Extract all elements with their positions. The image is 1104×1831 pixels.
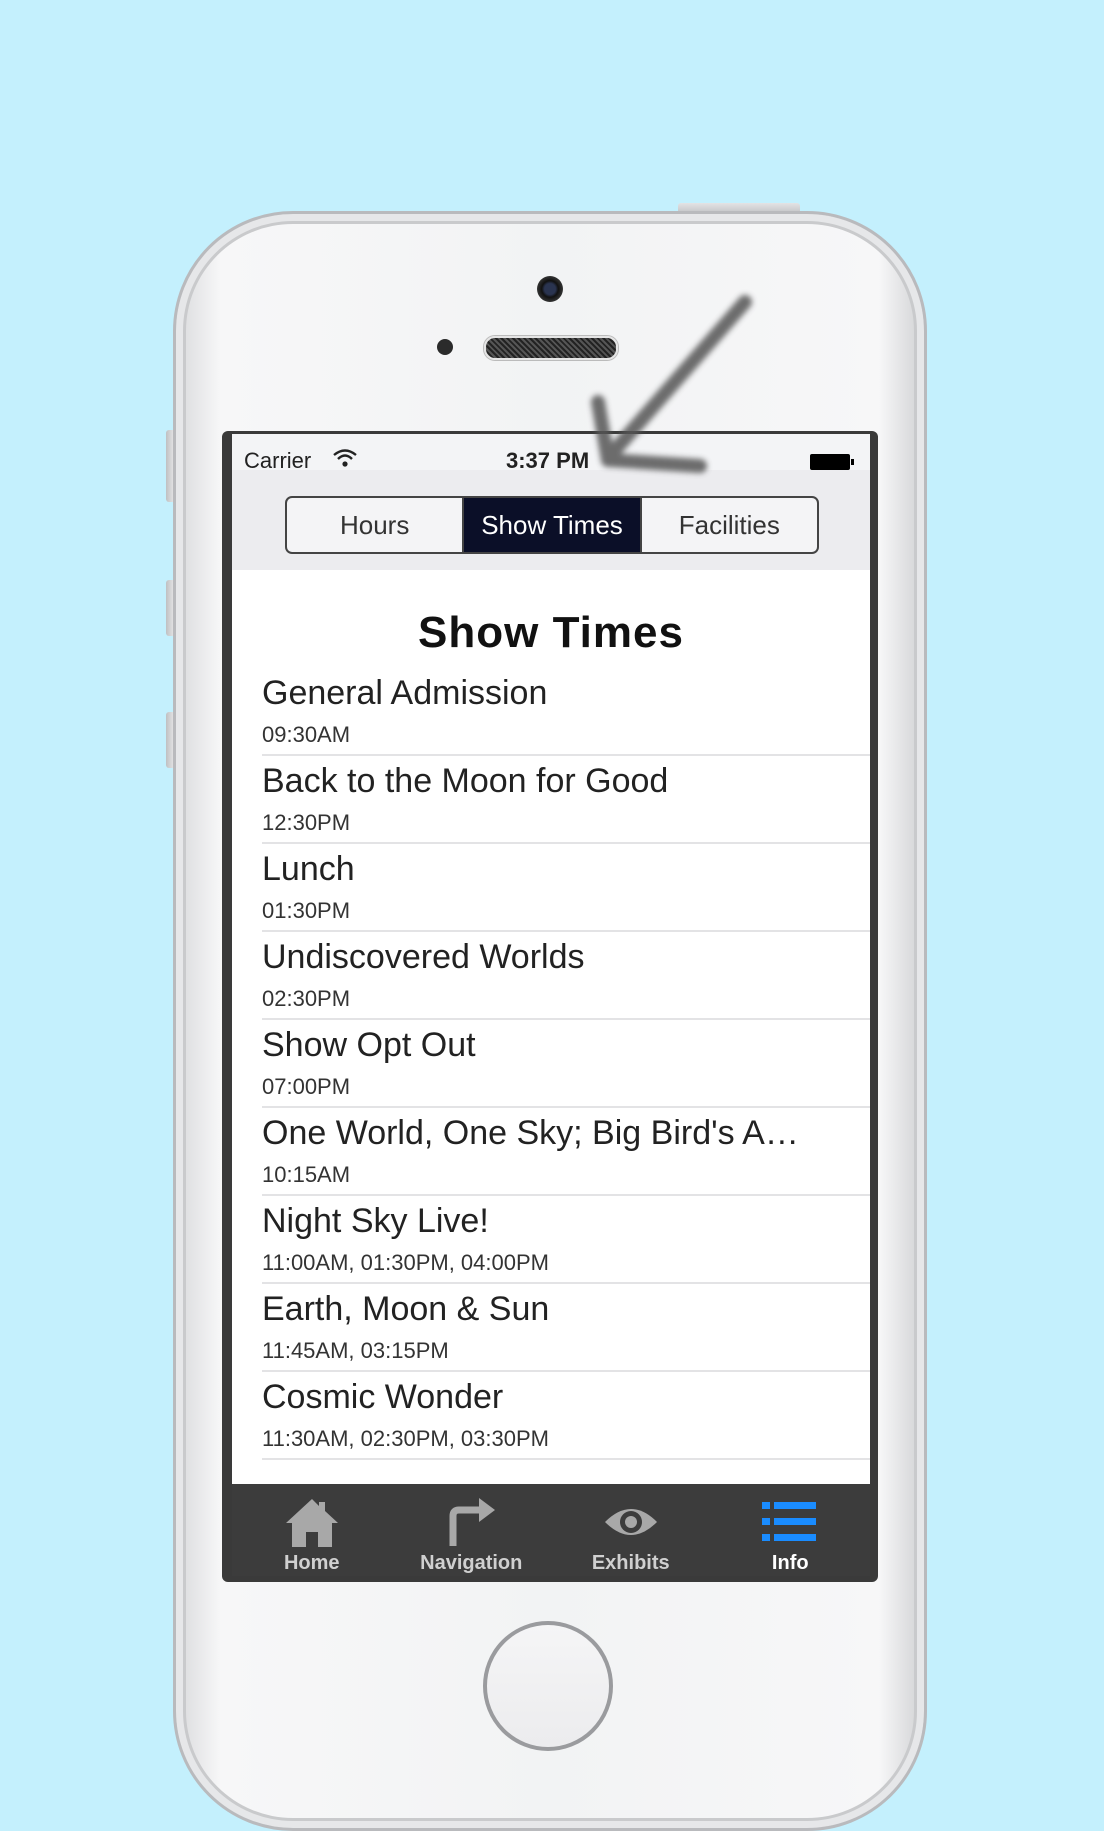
home-button[interactable] [483,1621,613,1751]
list-item[interactable]: Night Sky Live! 11:00AM, 01:30PM, 04:00PM [262,1196,870,1284]
show-times: 11:30AM, 02:30PM, 03:30PM [262,1426,549,1451]
list-item[interactable]: One World, One Sky; Big Bird's A… 10:15AM [262,1108,870,1196]
list-icon [760,1496,820,1550]
show-list: General Admission 09:30AM Back to the Moo… [262,668,870,1460]
show-times: 11:00AM, 01:30PM, 04:00PM [262,1250,549,1275]
show-times: 09:30AM [262,722,351,747]
proximity-sensor [437,339,453,355]
pointer-arrow-icon [591,295,752,473]
tab-exhibits[interactable]: Exhibits [551,1484,711,1576]
page-title: Show Times [418,608,684,657]
tab-label: Exhibits [591,1552,670,1574]
content-area: Show Times General Admission 09:30AM Back… [232,570,870,1488]
show-times: 12:30PM [262,810,351,835]
show-name: Night Sky Live! [262,1202,489,1240]
tab-home[interactable]: Home [232,1484,392,1576]
show-times: 11:45AM, 03:15PM [262,1338,449,1363]
list-item[interactable]: Cosmic Wonder 11:30AM, 02:30PM, 03:30PM [262,1372,870,1460]
tab-label: Home [283,1552,340,1574]
show-name: One World, One Sky; Big Bird's A… [262,1114,799,1152]
list-item[interactable]: Back to the Moon for Good 12:30PM [262,756,870,844]
segment-hours[interactable]: Hours [287,498,462,552]
tab-label: Info [771,1552,809,1574]
show-times: 02:30PM [262,986,351,1011]
tab-bar: Home Navigation Exhibits Info [232,1484,870,1576]
home-icon [282,1496,342,1550]
tab-navigation[interactable]: Navigation [392,1484,552,1576]
show-times: 01:30PM [262,898,351,923]
show-name: Show Opt Out [262,1026,476,1064]
show-name: Back to the Moon for Good [262,762,669,800]
status-bar: Carrier 3:37 PM [232,434,870,473]
show-times: 07:00PM [262,1074,351,1099]
show-name: Lunch [262,850,355,888]
show-name: Undiscovered Worlds [262,938,585,976]
list-item[interactable]: Undiscovered Worlds 02:30PM [262,932,870,1020]
show-times: 10:15AM [262,1162,351,1187]
show-name: Cosmic Wonder [262,1378,504,1416]
list-item[interactable]: General Admission 09:30AM [262,668,870,756]
battery-icon [810,454,854,470]
tab-label: Navigation [420,1552,523,1574]
eye-icon [601,1496,661,1550]
tab-info[interactable]: Info [711,1484,871,1576]
show-name: Earth, Moon & Sun [262,1290,550,1328]
list-item[interactable]: Earth, Moon & Sun 11:45AM, 03:15PM [262,1284,870,1372]
camera-icon [537,276,563,302]
turn-arrow-icon [441,1496,501,1550]
list-item[interactable]: Lunch 01:30PM [262,844,870,932]
show-name: General Admission [262,674,548,712]
list-item[interactable]: Show Opt Out 07:00PM [262,1020,870,1108]
app-screen: Carrier 3:37 PM Hours Show Times Facilit… [232,434,870,1576]
